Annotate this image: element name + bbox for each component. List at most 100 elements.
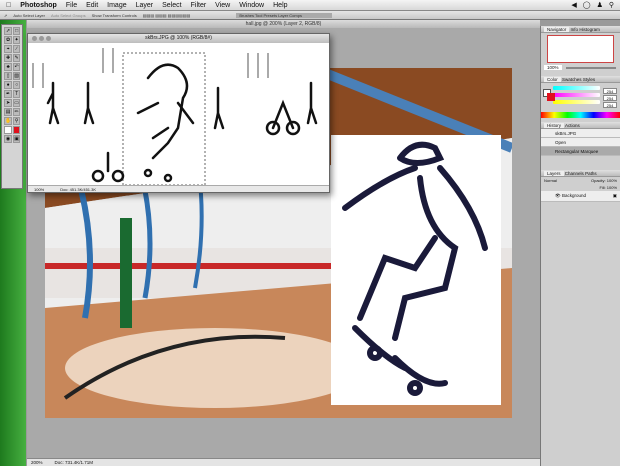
menu-view[interactable]: View — [215, 2, 230, 9]
sketch-document-window: skBrs.JPG @ 100% (RGB/8#) 100% Doc: 451.… — [27, 33, 330, 193]
menu-select[interactable]: Select — [162, 2, 181, 9]
slice-tool[interactable]: ∕ — [13, 45, 20, 53]
main-document-title: hall.jpg @ 200% (Layer 2, RGB/8) — [27, 20, 540, 28]
tab-actions[interactable]: Actions — [565, 123, 580, 128]
blue-value[interactable]: 254 — [603, 102, 617, 108]
screen-mode-button[interactable]: ▣ — [13, 135, 20, 143]
foreground-color-swatch[interactable] — [4, 126, 13, 134]
sketch-zoom-field[interactable]: 100% — [34, 187, 44, 192]
sketch-canvas[interactable] — [28, 43, 329, 186]
tab-layers[interactable]: Layers — [544, 171, 564, 176]
green-value[interactable]: 254 — [603, 95, 617, 101]
show-transform-checkbox[interactable]: Show Transform Controls — [92, 13, 137, 18]
menu-filter[interactable]: Filter — [191, 2, 207, 9]
layer-name: Background — [561, 193, 587, 198]
blur-tool[interactable]: ● — [4, 81, 13, 89]
lasso-tool[interactable]: ✿ — [4, 36, 13, 44]
apple-menu[interactable]:  — [6, 2, 11, 9]
volume-icon[interactable]: ◀ — [571, 1, 576, 9]
menu-image[interactable]: Image — [107, 2, 126, 9]
tab-channels[interactable]: Channels — [565, 171, 584, 176]
panel-dock: Navigator Info Histogram 100% Color Swat… — [540, 26, 620, 466]
layer-row[interactable]: 👁 Background ▣ — [541, 191, 620, 202]
sketch-doc-size[interactable]: Doc: 451.3K/451.3K — [60, 187, 96, 192]
eraser-tool[interactable]: ▯ — [4, 72, 13, 80]
options-bar: ➚ Auto Select Layer Auto Select Groups S… — [0, 11, 620, 20]
quick-mask-button[interactable]: ◉ — [4, 135, 13, 143]
tab-swatches[interactable]: Swatches — [562, 77, 582, 82]
pen-tool[interactable]: ✒ — [4, 90, 13, 98]
marquee-selection — [122, 52, 206, 186]
move-tool-icon[interactable]: ➚ — [4, 13, 7, 18]
auto-select-checkbox[interactable]: Auto Select Layer — [13, 13, 45, 18]
menu-app[interactable]: Photoshop — [20, 2, 57, 9]
healing-tool[interactable]: ✚ — [4, 54, 13, 62]
tab-navigator[interactable]: Navigator — [544, 27, 570, 32]
dodge-tool[interactable]: ○ — [13, 81, 20, 89]
red-slider[interactable] — [553, 86, 600, 90]
tab-styles[interactable]: Styles — [583, 77, 595, 82]
shape-tool[interactable]: ▭ — [13, 99, 20, 107]
sketch-document-title: skBrs.JPG @ 100% (RGB/8#) — [145, 35, 212, 41]
sync-icon[interactable]: ◯ — [583, 1, 591, 9]
background-color-swatch[interactable] — [13, 126, 20, 134]
path-select-tool[interactable]: ➤ — [4, 99, 13, 107]
main-doc-size[interactable]: Doc: 731.4K/1.71M — [55, 460, 94, 465]
close-button[interactable] — [32, 36, 37, 41]
opacity-field[interactable]: Opacity: 100% — [591, 178, 617, 183]
notes-tool[interactable]: ▤ — [4, 108, 13, 116]
tab-history[interactable]: History — [544, 123, 565, 128]
navigator-zoom[interactable]: 100% — [544, 65, 562, 70]
tab-info[interactable]: Info — [571, 27, 579, 32]
hand-tool[interactable]: ✋ — [4, 117, 13, 125]
menu-layer[interactable]: Layer — [136, 2, 154, 9]
move-tool[interactable]: ➚ — [4, 27, 13, 35]
navigator-tabs: Navigator Info Histogram — [541, 26, 620, 33]
menu-help[interactable]: Help — [273, 2, 287, 9]
layers-tabs: Layers Channels Paths — [541, 170, 620, 177]
zoom-button[interactable] — [46, 36, 51, 41]
sketch-document-titlebar[interactable]: skBrs.JPG @ 100% (RGB/8#) — [28, 34, 329, 43]
spotlight-icon[interactable]: ⚲ — [609, 1, 614, 9]
magic-wand-tool[interactable]: ✦ — [13, 36, 20, 44]
menu-file[interactable]: File — [66, 2, 77, 9]
navigator-thumbnail[interactable] — [547, 35, 614, 63]
minimize-button[interactable] — [39, 36, 44, 41]
workspace-tabs[interactable]: Brushes Tool Presets Layer Comps — [236, 12, 332, 18]
blend-mode-select[interactable]: Normal — [544, 178, 557, 183]
user-icon[interactable]: ♟ — [597, 1, 603, 9]
sketch-figures — [46, 63, 318, 183]
green-slider[interactable] — [553, 93, 600, 97]
menu-window[interactable]: Window — [239, 2, 264, 9]
crop-tool[interactable]: ⌖ — [4, 45, 13, 53]
color-panel: 254 254 254 — [541, 86, 620, 118]
tab-color[interactable]: Color — [544, 77, 561, 82]
zoom-tool[interactable]: ⚲ — [13, 117, 20, 125]
auto-select-groups[interactable]: Auto Select Groups — [51, 13, 86, 18]
tab-paths[interactable]: Paths — [585, 171, 597, 176]
fill-field[interactable]: Fill: 100% — [599, 185, 617, 190]
navigator-zoom-slider[interactable] — [565, 66, 616, 69]
type-tool[interactable]: T — [13, 90, 20, 98]
history-item[interactable]: Rectangular Marquee — [541, 147, 620, 156]
align-buttons[interactable]: ▤▤▤ ▤▤▤ ▤▤▤▤▤▤ — [143, 13, 191, 18]
color-background[interactable] — [547, 93, 555, 101]
history-item[interactable]: Open — [541, 138, 620, 147]
tab-histogram[interactable]: Histogram — [579, 27, 600, 32]
sketch-status-bar: 100% Doc: 451.3K/451.3K — [28, 185, 329, 192]
history-brush-tool[interactable]: ↶ — [13, 63, 20, 71]
history-tabs: History Actions — [541, 122, 620, 129]
color-spectrum[interactable] — [541, 112, 620, 118]
menu-edit[interactable]: Edit — [86, 2, 98, 9]
main-zoom-field[interactable]: 200% — [31, 460, 43, 465]
eyedropper-tool[interactable]: ✏ — [13, 108, 20, 116]
marquee-tool[interactable]: □ — [13, 27, 20, 35]
stamp-tool[interactable]: ♣ — [4, 63, 13, 71]
blue-slider[interactable] — [553, 100, 600, 104]
tools-panel: ➚ □ ✿ ✦ ⌖ ∕ ✚ ✎ ♣ ↶ ▯ ▧ ● ○ ✒ T ➤ ▭ ▤ ✏ ✋ ⚲ ◉ ▣ — [1, 24, 23, 189]
visibility-eye-icon[interactable]: 👁 — [555, 193, 561, 198]
history-item[interactable]: skBrs.JPG — [541, 129, 620, 138]
gradient-tool[interactable]: ▧ — [13, 72, 20, 80]
brush-tool[interactable]: ✎ — [13, 54, 20, 62]
red-value[interactable]: 254 — [603, 88, 617, 94]
